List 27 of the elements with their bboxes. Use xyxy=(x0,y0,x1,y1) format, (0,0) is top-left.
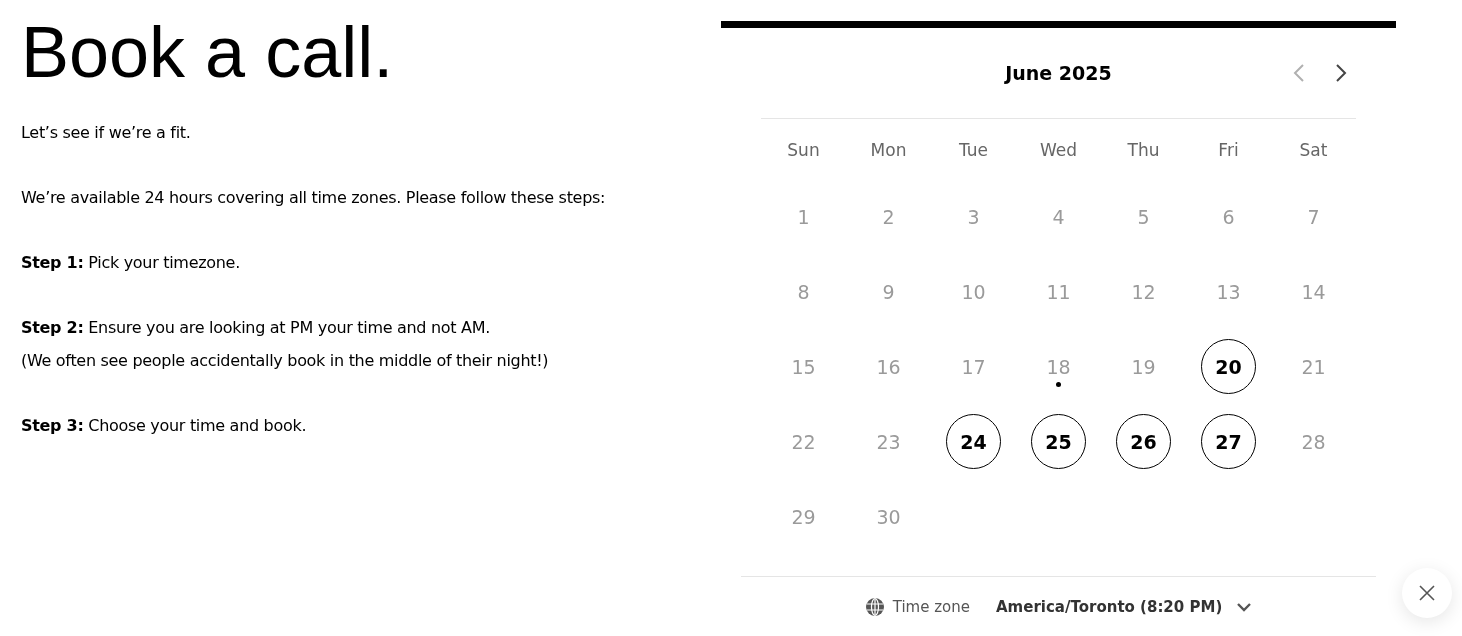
weekday-label: Sat xyxy=(1298,139,1329,163)
paragraph: Let’s see if we’re a fit. xyxy=(21,122,192,144)
weekday-label: Wed xyxy=(1038,139,1079,163)
weekday-label: Tue xyxy=(957,139,989,163)
day-button[interactable]: 20 xyxy=(1201,339,1256,395)
day-button[interactable]: 26 xyxy=(1116,414,1171,470)
chevron-down-icon xyxy=(1236,601,1253,612)
day-button[interactable]: 24 xyxy=(946,414,1001,470)
paragraph: Step 2: Ensure you are looking at PM your time and not AM. (We often see people accidentally book in the middle of their night!) xyxy=(21,317,550,372)
timezone-dropdown[interactable]: America/Toronto (8:20 PM) xyxy=(996,597,1253,616)
paragraph: Step 3: Choose your time and book. xyxy=(21,415,308,437)
close-icon xyxy=(1418,584,1436,602)
paragraph: Step 1: Pick your timezone. xyxy=(21,252,241,274)
timezone-label: Time zone xyxy=(892,597,970,616)
day-button[interactable]: 27 xyxy=(1201,414,1256,470)
weekday-label: Mon xyxy=(869,139,908,163)
day-button[interactable]: 25 xyxy=(1031,414,1086,470)
paragraph: We’re available 24 hours covering all time zones. Please follow these steps: xyxy=(21,187,607,209)
globe-icon xyxy=(864,596,885,617)
weekday-label: Thu xyxy=(1126,139,1161,163)
chevron-right-icon xyxy=(1335,63,1347,84)
close-button[interactable] xyxy=(1402,568,1452,618)
weekday-label: Sun xyxy=(786,139,821,163)
month-title: June 2025 xyxy=(1005,62,1112,85)
weekday-label: Fri xyxy=(1217,139,1240,163)
page-title: Book a call. xyxy=(21,16,395,88)
chevron-left-icon xyxy=(1293,63,1305,84)
